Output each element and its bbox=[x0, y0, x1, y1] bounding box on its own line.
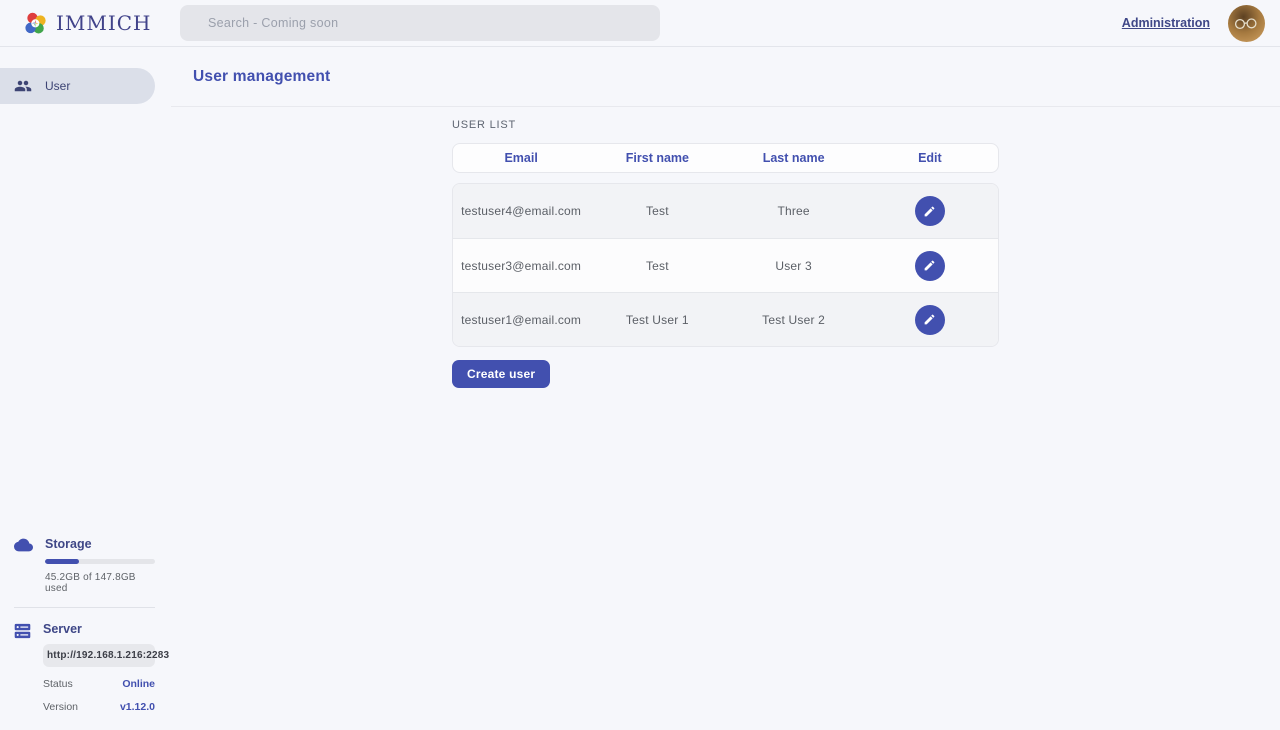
table-header-row: Email First name Last name Edit bbox=[452, 143, 999, 173]
administration-link[interactable]: Administration bbox=[1122, 16, 1210, 30]
cell-email: testuser4@email.com bbox=[453, 204, 589, 218]
server-url: http://192.168.1.216:2283 bbox=[43, 644, 155, 667]
cloud-icon bbox=[14, 538, 33, 557]
edit-user-button[interactable] bbox=[915, 305, 945, 335]
glasses-icon bbox=[1234, 18, 1259, 30]
cell-first-name: Test bbox=[589, 204, 725, 218]
column-header-first-name: First name bbox=[589, 151, 725, 165]
table-row: testuser4@email.com Test Three bbox=[453, 184, 998, 238]
column-header-email: Email bbox=[453, 151, 589, 165]
cell-last-name: User 3 bbox=[726, 259, 862, 273]
sidebar: User Storage 45.2GB of 147.8GB used bbox=[0, 47, 171, 730]
cell-first-name: Test bbox=[589, 259, 725, 273]
create-user-button[interactable]: Create user bbox=[452, 360, 550, 388]
title-bar: User management bbox=[171, 47, 1280, 107]
table-row: testuser1@email.com Test User 1 Test Use… bbox=[453, 292, 998, 346]
cell-last-name: Three bbox=[726, 204, 862, 218]
search-input[interactable] bbox=[180, 5, 660, 41]
server-version-value: v1.12.0 bbox=[120, 701, 155, 713]
edit-user-button[interactable] bbox=[915, 251, 945, 281]
top-navbar: IMMICH Administration bbox=[0, 0, 1280, 47]
storage-usage-text: 45.2GB of 147.8GB used bbox=[45, 572, 155, 594]
column-header-edit: Edit bbox=[862, 151, 998, 165]
pencil-icon bbox=[923, 313, 936, 326]
brand[interactable]: IMMICH bbox=[22, 10, 152, 37]
main-panel: User management USER LIST Email First na… bbox=[171, 47, 1280, 730]
sidebar-status-panel: Storage 45.2GB of 147.8GB used bbox=[0, 537, 171, 730]
user-list-label: USER LIST bbox=[452, 119, 1280, 131]
server-title: Server bbox=[43, 622, 155, 636]
logo-text: IMMICH bbox=[56, 11, 152, 35]
sidebar-item-user[interactable]: User bbox=[0, 68, 155, 104]
pencil-icon bbox=[923, 259, 936, 272]
server-status-value: Online bbox=[122, 678, 155, 690]
server-section: Server http://192.168.1.216:2283 Status … bbox=[14, 622, 155, 713]
immich-flower-logo-icon bbox=[22, 10, 49, 37]
user-avatar[interactable] bbox=[1228, 5, 1265, 42]
storage-progress-fill bbox=[45, 559, 79, 564]
user-table: Email First name Last name Edit testuser… bbox=[452, 143, 999, 347]
storage-progress bbox=[45, 559, 155, 564]
table-row: testuser3@email.com Test User 3 bbox=[453, 238, 998, 292]
page-title: User management bbox=[193, 68, 330, 86]
edit-user-button[interactable] bbox=[915, 196, 945, 226]
cell-email: testuser1@email.com bbox=[453, 313, 589, 327]
server-version-label: Version bbox=[43, 701, 78, 713]
column-header-last-name: Last name bbox=[726, 151, 862, 165]
sidebar-item-user-label: User bbox=[45, 79, 70, 93]
cell-first-name: Test User 1 bbox=[589, 313, 725, 327]
sidebar-divider bbox=[14, 607, 155, 608]
cell-email: testuser3@email.com bbox=[453, 259, 589, 273]
storage-title: Storage bbox=[45, 537, 155, 551]
users-icon bbox=[14, 77, 32, 95]
table-body: testuser4@email.com Test Three te bbox=[452, 183, 999, 347]
storage-section: Storage 45.2GB of 147.8GB used bbox=[14, 537, 155, 594]
server-icon bbox=[14, 623, 31, 644]
cell-last-name: Test User 2 bbox=[726, 313, 862, 327]
server-status-label: Status bbox=[43, 678, 73, 690]
pencil-icon bbox=[923, 205, 936, 218]
